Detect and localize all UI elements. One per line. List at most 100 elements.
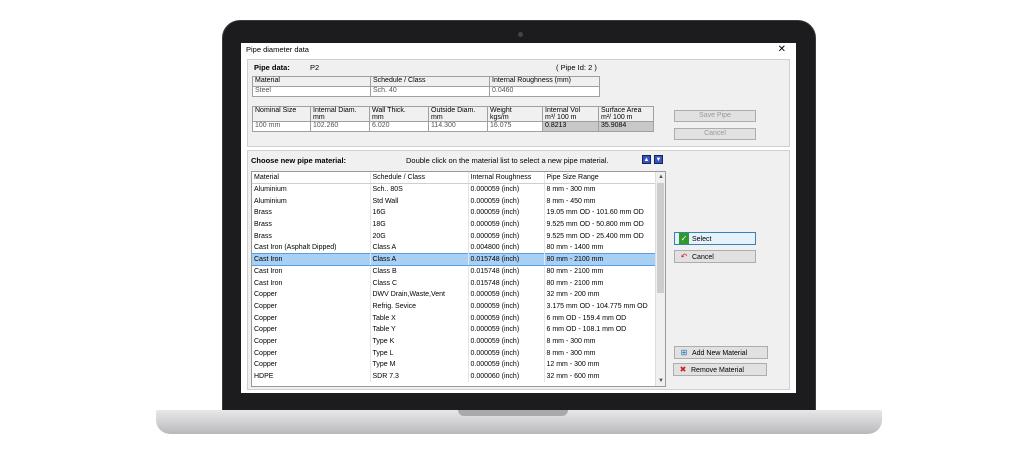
- table-row[interactable]: HDPE SDR 7.3 0.000060 (inch) 32 mm - 600 mm: [252, 370, 656, 383]
- pipe-diameter-dialog: Pipe diameter data ✕ Pipe data: P2 ( Pip…: [241, 43, 796, 393]
- move-up-icon[interactable]: ▲: [642, 155, 651, 164]
- remove-x-icon: ✖: [679, 365, 687, 374]
- table-row[interactable]: Brass 18G 0.000059 (inch) 9.525 mm OD - 50.…: [252, 218, 656, 231]
- table-cell: 12 mm - 300 mm: [544, 359, 656, 371]
- table-cell: Aluminium: [252, 183, 371, 196]
- material-list[interactable]: Material Schedule / Class Internal Rough…: [251, 171, 666, 387]
- choose-material-heading: Choose new pipe material:: [251, 156, 347, 165]
- material-header: Material: [252, 76, 371, 87]
- table-cell: Copper: [252, 288, 371, 301]
- scroll-down-icon[interactable]: ▼: [656, 376, 665, 386]
- table-cell: 0.000059 (inch): [468, 312, 545, 324]
- table-cell: 20G: [370, 230, 469, 243]
- scroll-up-icon[interactable]: ▲: [656, 172, 665, 182]
- laptop-notch: [458, 410, 568, 416]
- col-schedule[interactable]: Schedule / Class: [370, 172, 469, 185]
- table-cell: 0.000059 (inch): [468, 323, 545, 336]
- size-value: 16.075: [487, 121, 543, 132]
- cancel-button[interactable]: ↶ Cancel: [674, 250, 756, 263]
- table-cell: Class A: [370, 253, 469, 266]
- table-cell: Copper: [252, 300, 371, 313]
- save-pipe-button[interactable]: Save Pipe: [674, 110, 756, 122]
- table-cell: 0.000060 (inch): [468, 370, 545, 383]
- schedule-value: Sch. 40: [370, 86, 490, 97]
- table-cell: Class A: [370, 242, 469, 254]
- add-material-icon: ⊞: [680, 348, 688, 357]
- table-cell: 8 mm - 450 mm: [544, 195, 656, 208]
- select-button[interactable]: ✓ Select: [674, 232, 756, 245]
- col-size-range[interactable]: Pipe Size Range: [544, 172, 656, 185]
- table-cell: Brass: [252, 207, 371, 219]
- table-cell: 0.004800 (inch): [468, 242, 545, 254]
- table-cell: 0.000059 (inch): [468, 335, 545, 348]
- table-cell: Cast Iron (Asphalt Dipped): [252, 242, 371, 254]
- col-roughness[interactable]: Internal Roughness: [468, 172, 545, 185]
- pipe-name: P2: [310, 63, 320, 72]
- table-cell: Copper: [252, 359, 371, 371]
- pipe-id: ( Pipe Id: 2 ): [556, 63, 597, 72]
- screen: Pipe diameter data ✕ Pipe data: P2 ( Pip…: [241, 43, 796, 393]
- table-cell: 8 mm - 300 mm: [544, 183, 656, 196]
- table-row[interactable]: Copper Table Y 0.000059 (inch) 6 mm OD - 10…: [252, 323, 656, 336]
- table-cell: 80 mm - 2100 mm: [544, 253, 656, 266]
- remove-material-button[interactable]: ✖ Remove Material: [673, 363, 767, 376]
- table-cell: 32 mm - 600 mm: [544, 370, 656, 383]
- table-cell: Cast Iron: [252, 253, 371, 266]
- table-row[interactable]: Aluminium Sch.. 80S 0.000059 (inch) 8 mm - …: [252, 183, 656, 196]
- table-cell: Copper: [252, 335, 371, 348]
- close-button[interactable]: ✕: [778, 44, 786, 56]
- table-cell: 0.015748 (inch): [468, 277, 545, 289]
- material-hint: Double click on the material list to sel…: [406, 156, 609, 165]
- table-cell: 6 mm OD - 159.4 mm OD: [544, 312, 656, 324]
- table-cell: Table X: [370, 312, 469, 324]
- table-cell: Aluminium: [252, 195, 371, 208]
- table-cell: Type L: [370, 347, 469, 359]
- undo-icon: ↶: [680, 252, 688, 261]
- table-row[interactable]: Copper Table X 0.000059 (inch) 6 mm OD - 15…: [252, 312, 656, 324]
- table-cell: 8 mm - 300 mm: [544, 347, 656, 359]
- table-cell: 19.05 mm OD - 101.60 mm OD: [544, 207, 656, 219]
- table-cell: Sch.. 80S: [370, 183, 469, 196]
- table-row[interactable]: Brass 16G 0.000059 (inch) 19.05 mm OD - 101…: [252, 207, 656, 219]
- table-row[interactable]: Cast Iron Class C 0.015748 (inch) 80 mm - 2…: [252, 277, 656, 289]
- table-cell: 0.000059 (inch): [468, 183, 545, 196]
- table-row[interactable]: Brass 20G 0.000059 (inch) 9.525 mm OD - 25.…: [252, 230, 656, 243]
- table-row[interactable]: Copper Type K 0.000059 (inch) 8 mm - 300 mm: [252, 335, 656, 348]
- table-cell: Copper: [252, 312, 371, 324]
- col-material[interactable]: Material: [252, 172, 371, 185]
- size-header: Internal Vol m³/ 100 m: [542, 106, 599, 122]
- scroll-thumb[interactable]: [657, 183, 664, 293]
- size-value: 114.300: [428, 121, 488, 132]
- table-cell: 0.000059 (inch): [468, 300, 545, 313]
- pipe-cancel-button[interactable]: Cancel: [674, 128, 756, 140]
- table-row[interactable]: Cast Iron (Asphalt Dipped) Class A 0.00480…: [252, 242, 656, 254]
- pipe-data-label: Pipe data:: [254, 63, 290, 72]
- table-row[interactable]: Copper Type M 0.000059 (inch) 12 mm - 300 m…: [252, 359, 656, 371]
- table-cell: 18G: [370, 218, 469, 231]
- table-row[interactable]: Cast Iron Class B 0.015748 (inch) 80 mm - 2…: [252, 265, 656, 278]
- size-value: 100 mm: [252, 121, 311, 132]
- size-value: 6.020: [369, 121, 429, 132]
- move-down-icon[interactable]: ▼: [654, 155, 663, 164]
- table-row[interactable]: Aluminium Std Wall 0.000059 (inch) 8 mm - 4…: [252, 195, 656, 208]
- table-cell: 80 mm - 2100 mm: [544, 277, 656, 289]
- table-cell: 0.000059 (inch): [468, 347, 545, 359]
- size-header: Weight kgs/m: [487, 106, 543, 122]
- table-cell: Type M: [370, 359, 469, 371]
- table-cell: 8 mm - 300 mm: [544, 335, 656, 348]
- table-cell: 6 mm OD - 108.1 mm OD: [544, 323, 656, 336]
- table-cell: Type K: [370, 335, 469, 348]
- table-cell: 0.000059 (inch): [468, 195, 545, 208]
- table-row[interactable]: Copper DWV Drain,Waste,Vent 0.000059 (inch…: [252, 288, 656, 301]
- table-row[interactable]: Cast Iron Class A 0.015748 (inch) 80 mm - 2…: [252, 253, 656, 266]
- schedule-header: Schedule / Class: [370, 76, 490, 87]
- table-row[interactable]: Copper Type L 0.000059 (inch) 8 mm - 300 mm: [252, 347, 656, 359]
- table-cell: Class C: [370, 277, 469, 289]
- list-scrollbar[interactable]: ▲ ▼: [655, 172, 665, 386]
- table-cell: 32 mm - 200 mm: [544, 288, 656, 301]
- size-header: Wall Thick. mm: [369, 106, 429, 122]
- add-material-button[interactable]: ⊞ Add New Material: [674, 346, 768, 359]
- table-cell: 9.525 mm OD - 25.400 mm OD: [544, 230, 656, 243]
- material-value: Steel: [252, 86, 371, 97]
- table-row[interactable]: Copper Refrig. Sevice 0.000059 (inch) 3.175…: [252, 300, 656, 313]
